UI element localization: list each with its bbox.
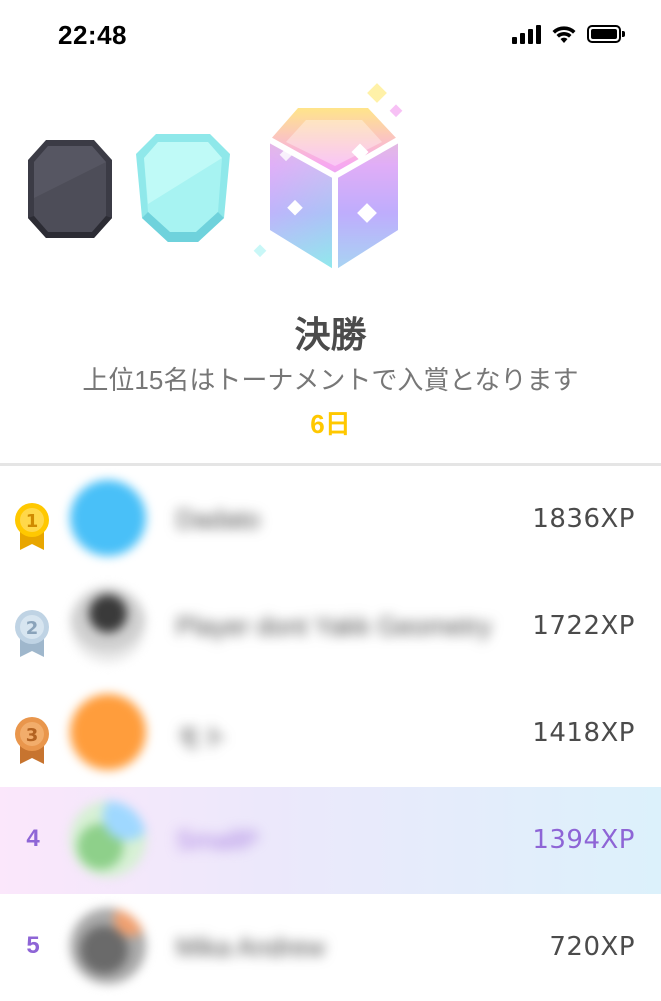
gold-medal-icon: 1: [15, 503, 49, 550]
league-subtitle: 上位15名はトーナメントで入賞となります: [82, 365, 579, 395]
xp-value: 1418XP: [532, 718, 635, 748]
user-name[interactable]: Dadato: [176, 504, 260, 535]
cellular-signal-icon: [512, 24, 541, 44]
user-name[interactable]: Mika Andrew: [176, 932, 325, 963]
user-name[interactable]: モト: [176, 718, 228, 755]
xp-value: 720XP: [549, 932, 635, 962]
league-title: 決勝: [294, 314, 367, 355]
leaderboard-row[interactable]: 1 Dadato 1836XP: [0, 466, 661, 573]
avatar[interactable]: [70, 908, 146, 984]
svg-text:1: 1: [26, 511, 39, 532]
status-time: 22:48: [58, 20, 127, 50]
leaderboard-row[interactable]: 5 Mika Andrew 720XP: [0, 894, 661, 1001]
user-name[interactable]: SmallP: [176, 825, 258, 856]
silver-medal-icon: 2: [15, 610, 49, 657]
avatar[interactable]: [70, 480, 146, 556]
rank-number: 4: [26, 825, 40, 852]
wifi-icon: [552, 26, 576, 43]
leaderboard-row[interactable]: 3 モト 1418XP: [0, 680, 661, 787]
svg-text:2: 2: [26, 618, 39, 639]
tournament-crystal-badge-icon: [253, 83, 403, 270]
avatar[interactable]: [70, 587, 146, 663]
avatar[interactable]: [70, 694, 146, 770]
battery-icon: [587, 25, 625, 43]
status-icons: [512, 24, 625, 44]
svg-text:3: 3: [26, 725, 39, 746]
xp-value: 1394XP: [532, 825, 635, 855]
days-remaining: 6日: [310, 409, 351, 439]
xp-value: 1836XP: [532, 504, 635, 534]
leaderboard-row-current-user[interactable]: 4 SmallP 1394XP: [0, 787, 661, 894]
status-bar: 22:48: [0, 0, 661, 74]
rank-number: 5: [26, 932, 40, 959]
obsidian-league-badge-icon: [28, 140, 112, 238]
bronze-medal-icon: 3: [15, 717, 49, 764]
leaderboard-row[interactable]: 2 Player dont Yakk Geometry 1722XP: [0, 573, 661, 680]
leaderboard-list: 1 Dadato 1836XP 2 Player dont Yakk Geome…: [0, 466, 661, 1001]
league-badges: [0, 80, 661, 280]
xp-value: 1722XP: [532, 611, 635, 641]
user-name[interactable]: Player dont Yakk Geometry: [176, 611, 492, 642]
diamond-league-badge-icon: [136, 134, 230, 242]
avatar[interactable]: [70, 801, 146, 877]
